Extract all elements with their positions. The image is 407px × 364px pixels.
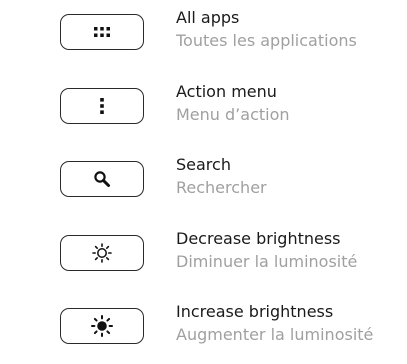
all-apps-icon bbox=[92, 26, 112, 38]
shortcut-row-action-menu: Action menu Menu d’action bbox=[60, 82, 407, 140]
shortcut-label-fr: Diminuer la luminosité bbox=[176, 252, 358, 271]
brightness-down-key bbox=[60, 235, 144, 271]
shortcut-label-fr: Menu d’action bbox=[176, 105, 290, 124]
action-menu-icon bbox=[98, 97, 106, 115]
shortcut-label-en: Action menu bbox=[176, 82, 277, 101]
shortcut-row-decrease-brightness: Decrease brightness Diminuer la luminosi… bbox=[60, 229, 407, 287]
search-icon bbox=[93, 170, 111, 188]
shortcut-label-fr: Augmenter la luminosité bbox=[176, 325, 374, 344]
brightness-up-icon bbox=[90, 314, 114, 338]
shortcut-label-fr: Rechercher bbox=[176, 178, 267, 197]
shortcut-label-fr: Toutes les applications bbox=[176, 31, 357, 50]
action-menu-key bbox=[60, 88, 144, 124]
brightness-down-icon bbox=[91, 242, 113, 264]
shortcut-label-en: Decrease brightness bbox=[176, 229, 341, 248]
shortcut-row-increase-brightness: Increase brightness Augmenter la luminos… bbox=[60, 302, 407, 360]
shortcut-label-en: Search bbox=[176, 155, 231, 174]
shortcut-row-all-apps: All apps Toutes les applications bbox=[60, 8, 407, 66]
shortcut-row-search: Search Rechercher bbox=[60, 155, 407, 213]
brightness-up-key bbox=[60, 308, 144, 344]
search-key bbox=[60, 161, 144, 197]
all-apps-key bbox=[60, 14, 144, 50]
shortcut-label-en: Increase brightness bbox=[176, 302, 334, 321]
shortcut-label-en: All apps bbox=[176, 8, 240, 27]
